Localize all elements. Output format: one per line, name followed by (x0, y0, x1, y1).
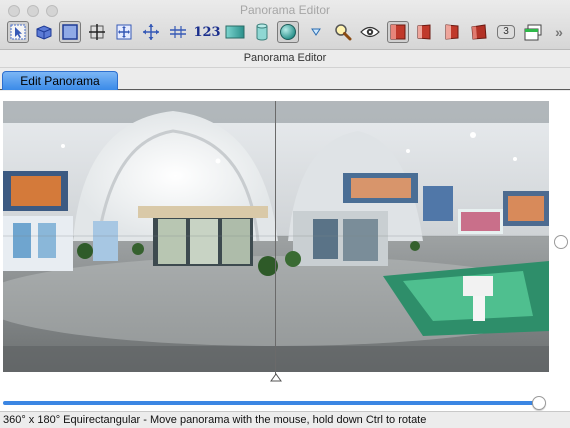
vertical-position-handle[interactable] (554, 235, 568, 249)
crop-tool-button[interactable] (59, 21, 81, 43)
editor-header: Panorama Editor (0, 51, 570, 68)
straighten-icon (170, 26, 186, 38)
titlebar: Panorama Editor 123 3 » (0, 0, 570, 50)
straighten-button[interactable] (167, 21, 189, 43)
detach-window-button[interactable] (522, 21, 544, 43)
cube-face-front-button[interactable] (387, 21, 409, 43)
select-arrow-icon (10, 24, 26, 40)
overflow-chevrons-icon: » (555, 24, 563, 40)
select-tool-button[interactable] (7, 21, 29, 43)
sphere-icon (280, 24, 296, 40)
pan-slider-knob[interactable] (532, 396, 546, 410)
cube-view-button[interactable] (33, 21, 55, 43)
cube-face-left-button[interactable] (414, 21, 436, 43)
center-marker-icon[interactable] (270, 373, 282, 383)
preview-eye-button[interactable] (359, 21, 381, 43)
toolbar-overflow-button[interactable]: » (548, 21, 570, 43)
cube-face-front-icon (390, 24, 406, 40)
cylinder-projection-button[interactable] (251, 21, 273, 43)
window-title: Panorama Editor (239, 3, 331, 17)
panorama-illustration (3, 101, 549, 372)
eye-preview-icon (360, 26, 380, 38)
tab-bar: Edit Panorama (0, 68, 570, 90)
layer-count-button[interactable]: 3 (495, 21, 517, 43)
center-guide-line[interactable] (275, 101, 276, 378)
window-green-icon (524, 24, 542, 41)
projection-dropdown-button[interactable] (305, 21, 327, 43)
toolbar: 123 3 » (0, 20, 570, 46)
zoom-button[interactable] (332, 21, 354, 43)
dropdown-triangle-icon (311, 28, 321, 36)
numeric-123-icon: 123 (193, 24, 221, 40)
center-tool-button[interactable] (86, 21, 108, 43)
crosshair-center-icon (89, 24, 105, 40)
preview-rectangle-icon (225, 25, 245, 39)
numeric-entry-button[interactable]: 123 (193, 21, 221, 43)
panorama-image[interactable] (3, 101, 549, 372)
cube-face-left-icon (417, 24, 431, 40)
sphere-projection-button[interactable] (277, 21, 299, 43)
badge-3-icon: 3 (497, 25, 515, 39)
cube-face-right-button[interactable] (441, 21, 463, 43)
cube-face-back-button[interactable] (468, 21, 490, 43)
panorama-editor-window: Panorama Editor 123 3 » Panorama Editor … (0, 0, 570, 428)
status-bar: 360° x 180° Equirectangular - Move panor… (0, 411, 570, 428)
move-tool-button[interactable] (140, 21, 162, 43)
cylinder-icon (256, 23, 268, 41)
fit-arrows-icon (116, 24, 132, 40)
tab-edit-panorama[interactable]: Edit Panorama (2, 71, 118, 90)
preview-button[interactable] (224, 21, 246, 43)
cube-face-right-icon (445, 24, 459, 40)
crop-frame-icon (62, 24, 78, 40)
cube-view-icon (36, 25, 52, 40)
cube-face-back-icon (471, 24, 487, 40)
zoom-magnifier-icon (335, 24, 352, 41)
fit-button[interactable] (113, 21, 135, 43)
move-horizontal-vertical-icon (143, 24, 159, 40)
pan-slider-track[interactable] (3, 401, 539, 405)
